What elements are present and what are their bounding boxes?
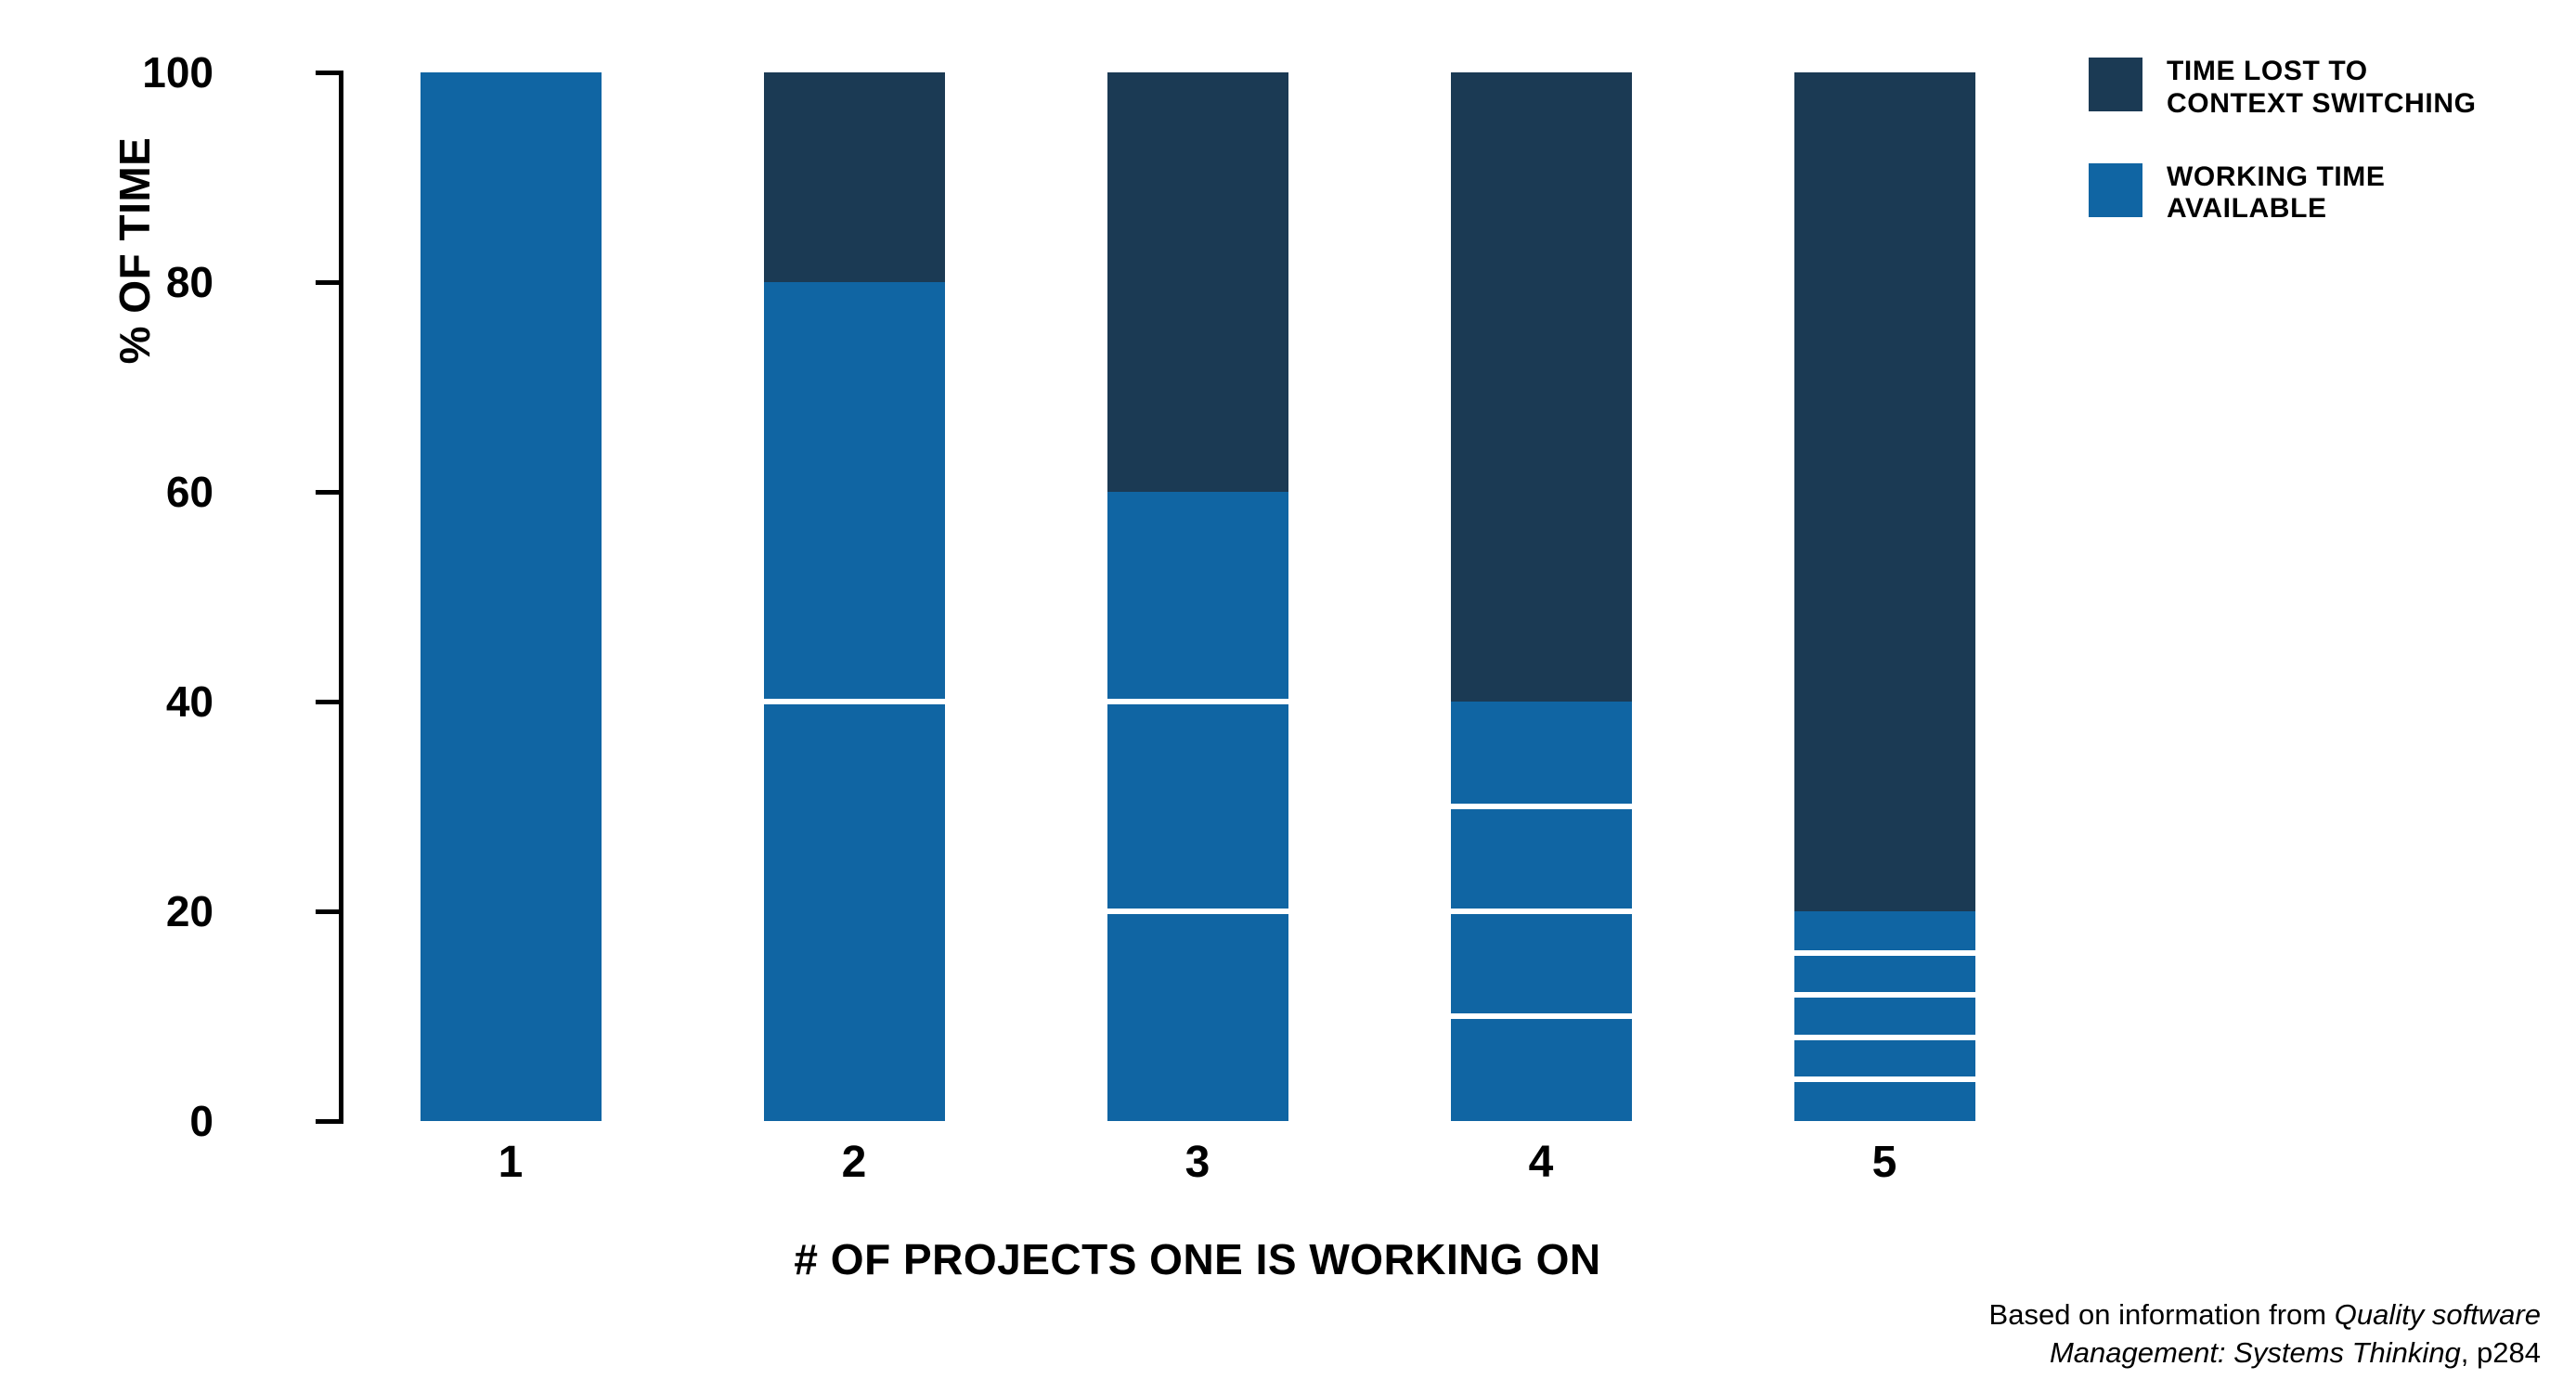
x-axis-tick-labels: 1 2 3 4 5 bbox=[339, 1137, 2056, 1202]
y-tick-label-0: 0 bbox=[189, 1097, 214, 1145]
legend-label-2: WORKING TIME AVAILABLE bbox=[2167, 161, 2386, 225]
bar-column-5[interactable] bbox=[1793, 72, 1975, 1121]
x-tick-label-4: 4 bbox=[1528, 1138, 1554, 1187]
bar-segment-working-time-3[interactable] bbox=[1107, 492, 1288, 1121]
bar-column-1[interactable] bbox=[420, 72, 602, 1121]
plot-area bbox=[339, 72, 2056, 1121]
bar-segment-context-switching-4[interactable] bbox=[1450, 72, 1632, 702]
attribution-line-1: Based on information from Quality softwa… bbox=[1705, 1296, 2541, 1334]
working-time-divider-2-1 bbox=[763, 699, 945, 704]
legend-item-1[interactable]: TIME LOST TO CONTEXT SWITCHING bbox=[2089, 56, 2534, 121]
attribution-source-title-part1: Quality software bbox=[2334, 1298, 2541, 1332]
working-time-divider-5-4 bbox=[1793, 1076, 1975, 1082]
y-tick-mark-0 bbox=[316, 1119, 343, 1124]
legend-label-1: TIME LOST TO CONTEXT SWITCHING bbox=[2167, 56, 2477, 119]
working-time-divider-3-1 bbox=[1107, 699, 1288, 704]
y-tick-label-60: 60 bbox=[165, 468, 214, 516]
bar-segment-working-time-1[interactable] bbox=[420, 72, 602, 1121]
y-tick-mark-80 bbox=[316, 280, 343, 285]
y-tick-mark-20 bbox=[316, 909, 343, 914]
attribution-source-title-part2: Management: Systems Thinking bbox=[2049, 1335, 2461, 1369]
bar-column-3[interactable] bbox=[1107, 72, 1288, 1121]
bar-column-2[interactable] bbox=[763, 72, 945, 1121]
y-tick-label-80: 80 bbox=[165, 258, 214, 306]
y-axis-tick-labels: 0 20 40 60 80 100 bbox=[84, 0, 214, 1392]
working-time-divider-4-1 bbox=[1450, 804, 1632, 809]
y-tick-label-20: 20 bbox=[165, 887, 214, 935]
bar-segment-working-time-5[interactable] bbox=[1793, 911, 1975, 1121]
working-time-divider-3-2 bbox=[1107, 909, 1288, 914]
attribution-line-2: Management: Systems Thinking, p284 bbox=[1705, 1334, 2541, 1372]
legend-item-2[interactable]: WORKING TIME AVAILABLE bbox=[2089, 161, 2534, 226]
legend-swatch-icon-2 bbox=[2089, 162, 2142, 217]
working-time-divider-5-3 bbox=[1793, 1034, 1975, 1040]
x-axis-title: # OF PROJECTS ONE IS WORKING ON bbox=[794, 1235, 1601, 1283]
bar-segment-context-switching-3[interactable] bbox=[1107, 72, 1288, 492]
y-tick-mark-100 bbox=[316, 71, 343, 75]
x-tick-label-1: 1 bbox=[498, 1138, 524, 1187]
attribution-prefix: Based on information from bbox=[1988, 1298, 2335, 1332]
y-tick-label-40: 40 bbox=[165, 677, 214, 726]
stacked-bar-chart: % OF TIME 0 20 40 60 80 100 12345 # OF PROJEC… bbox=[0, 0, 2576, 1392]
working-time-divider-5-2 bbox=[1793, 992, 1975, 999]
bar-segment-context-switching-5[interactable] bbox=[1793, 72, 1975, 911]
x-tick-label-2: 2 bbox=[841, 1138, 867, 1187]
working-time-divider-4-3 bbox=[1450, 1013, 1632, 1019]
y-tick-mark-60 bbox=[316, 490, 343, 495]
working-time-divider-5-1 bbox=[1793, 950, 1975, 957]
attribution-note: Based on information from Quality softwa… bbox=[1705, 1296, 2541, 1372]
x-tick-label-5: 5 bbox=[1871, 1138, 1897, 1187]
working-time-divider-4-2 bbox=[1450, 909, 1632, 914]
legend-swatch-icon-1 bbox=[2089, 58, 2142, 111]
chart-legend: TIME LOST TO CONTEXT SWITCHING WORKING TI… bbox=[2089, 56, 2534, 266]
attribution-page: , p284 bbox=[2460, 1335, 2541, 1369]
x-tick-label-3: 3 bbox=[1184, 1138, 1210, 1187]
y-tick-mark-40 bbox=[316, 700, 343, 704]
bar-column-4[interactable] bbox=[1450, 72, 1632, 1121]
y-tick-label-100: 100 bbox=[142, 48, 214, 97]
bar-segment-context-switching-2[interactable] bbox=[763, 72, 945, 282]
